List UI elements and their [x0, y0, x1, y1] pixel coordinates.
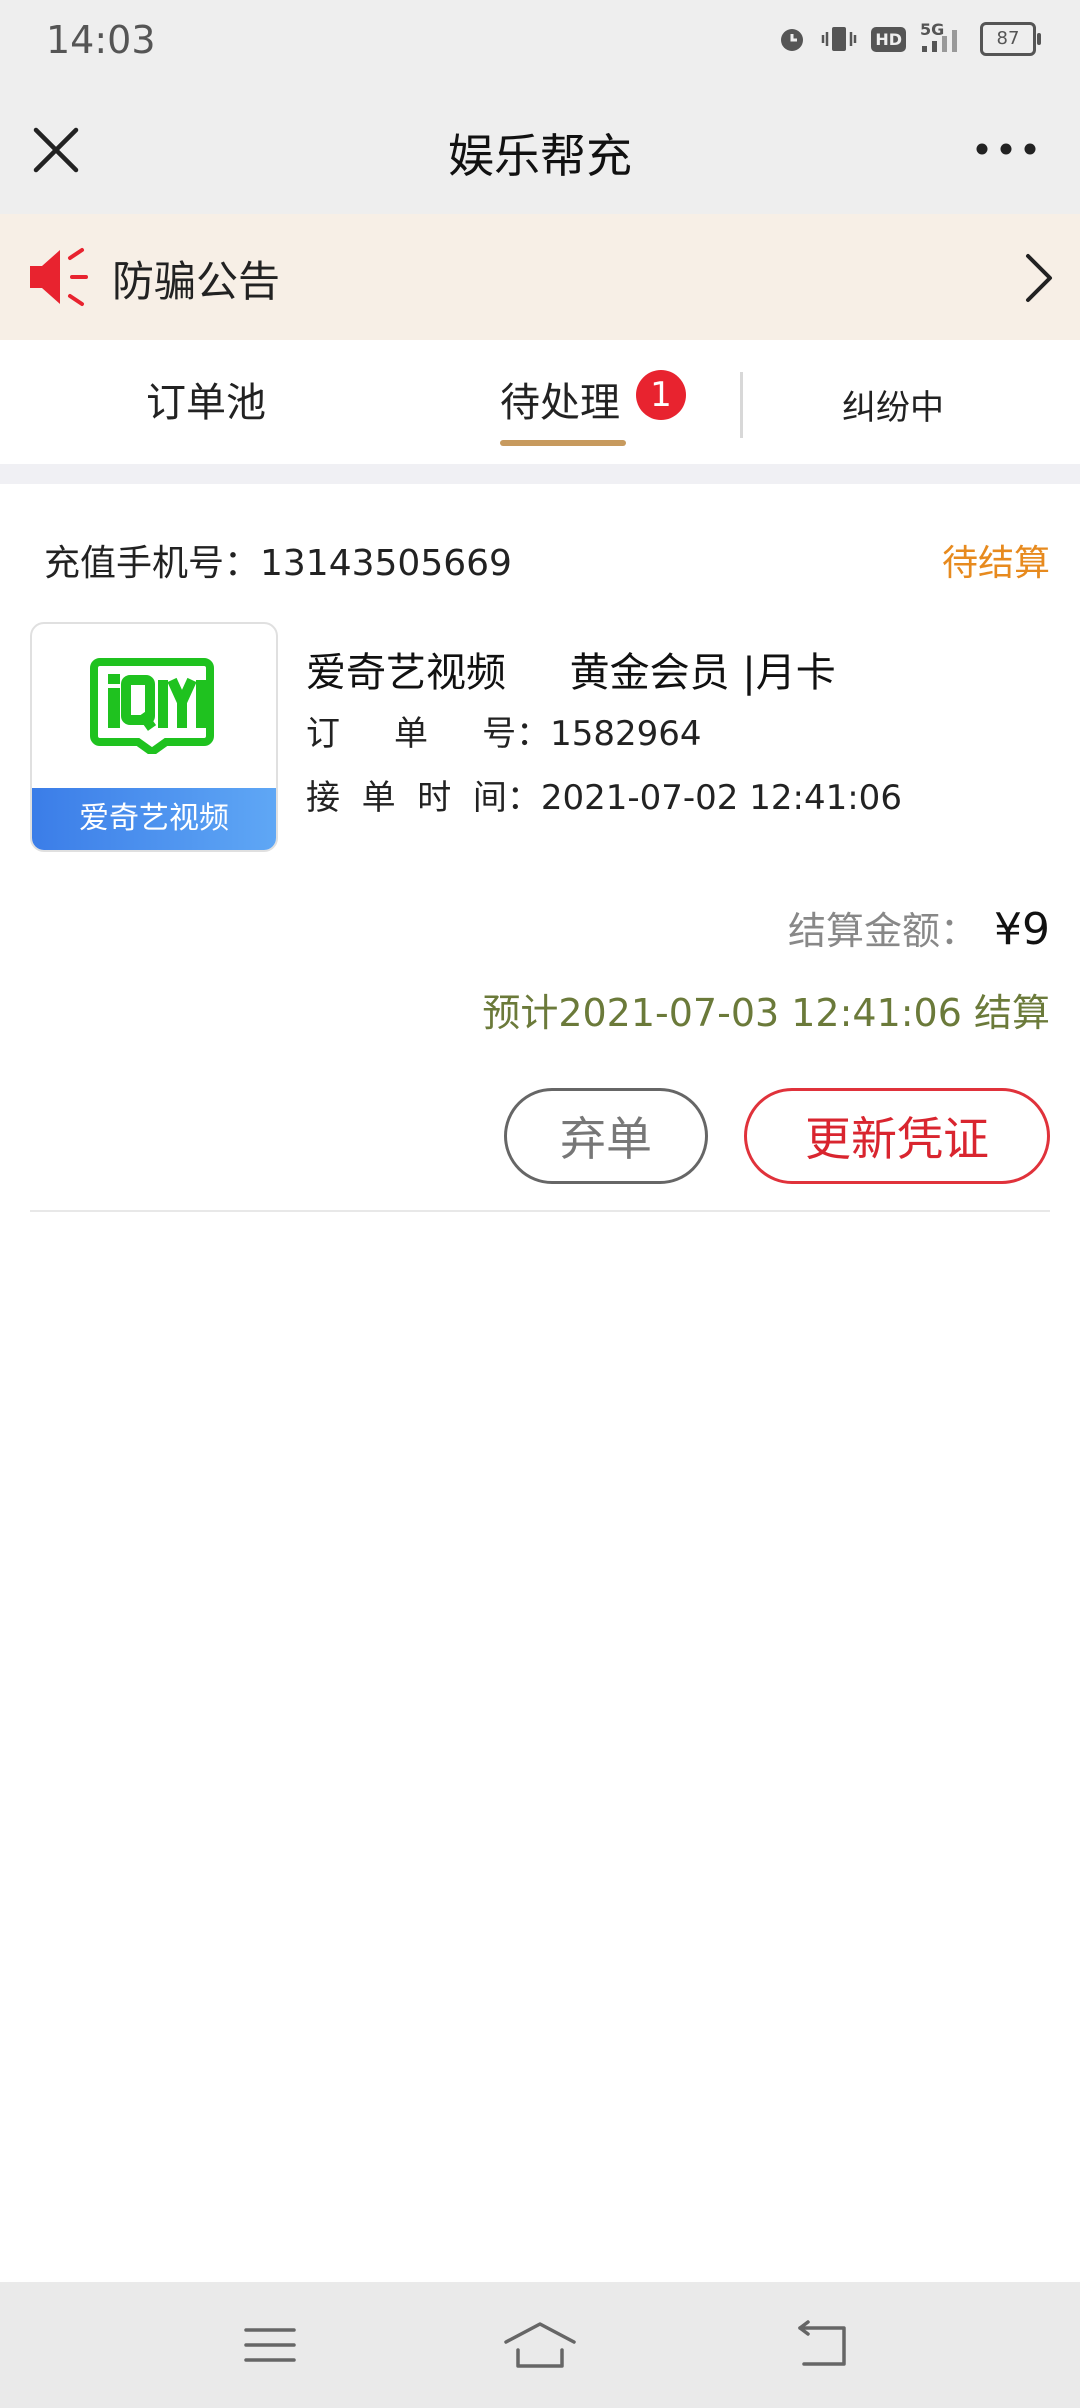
vibrate-icon: [822, 27, 857, 51]
product-logo: 爱奇艺视频: [30, 622, 278, 852]
status-icons: HD 5G 87: [777, 20, 1041, 56]
tab-divider: [740, 372, 743, 438]
speaker-icon: [30, 248, 88, 306]
notice-text: 防骗公告: [112, 257, 281, 306]
hd-icon: HD: [871, 26, 906, 52]
signal-icon: 5G: [920, 20, 966, 54]
more-icon[interactable]: [974, 134, 1038, 164]
anti-fraud-notice[interactable]: 防骗公告: [0, 214, 1080, 340]
tab-order-pool[interactable]: 订单池: [146, 370, 266, 428]
card-divider: [30, 1210, 1050, 1212]
pending-count-badge: 1: [636, 370, 686, 420]
amount-value: ¥9: [994, 904, 1050, 955]
order-card: 充值手机号：13143505669 待结算 爱奇艺视频 爱奇艺视频 黄金会员 |…: [0, 484, 1080, 1214]
order-number: 订 单 号：1582964: [306, 714, 702, 754]
recharge-phone: 充值手机号：13143505669: [44, 543, 512, 584]
settlement-estimate: 预计2021-07-03 12:41:06 结算: [482, 991, 1050, 1035]
update-proof-button[interactable]: 更新凭证: [744, 1088, 1050, 1184]
title-bar: 娱乐帮充: [0, 84, 1080, 214]
order-time: 接 单 时 间：2021-07-02 12:41:06: [306, 778, 902, 818]
tab-dispute[interactable]: 纠纷中: [842, 380, 944, 429]
abandon-button[interactable]: 弃单: [504, 1088, 708, 1184]
active-tab-indicator: [500, 440, 626, 446]
settlement-amount: 结算金额： ¥9: [788, 900, 1050, 955]
status-bar: 14:03 HD 5G 87: [0, 0, 1080, 84]
system-nav-bar: [0, 2282, 1080, 2408]
iqiyi-logo-icon: [90, 658, 214, 754]
status-time: 14:03: [46, 18, 156, 62]
order-status: 待结算: [941, 543, 1050, 584]
menu-icon[interactable]: [240, 2318, 300, 2372]
battery-icon: 87: [980, 22, 1041, 56]
home-icon[interactable]: [500, 2318, 580, 2372]
amount-label: 结算金额：: [787, 909, 978, 953]
back-icon[interactable]: [792, 2318, 852, 2372]
alarm-icon: [781, 29, 804, 51]
product-title: 爱奇艺视频 黄金会员 |月卡: [306, 650, 836, 696]
logo-label: 爱奇艺视频: [32, 788, 276, 850]
chevron-right-icon: [1026, 254, 1052, 302]
tab-pending[interactable]: 待处理: [500, 370, 620, 428]
tab-bar: 订单池 待处理 1 纠纷中: [0, 340, 1080, 464]
page-title: 娱乐帮充: [448, 129, 632, 183]
section-divider: [0, 464, 1080, 484]
